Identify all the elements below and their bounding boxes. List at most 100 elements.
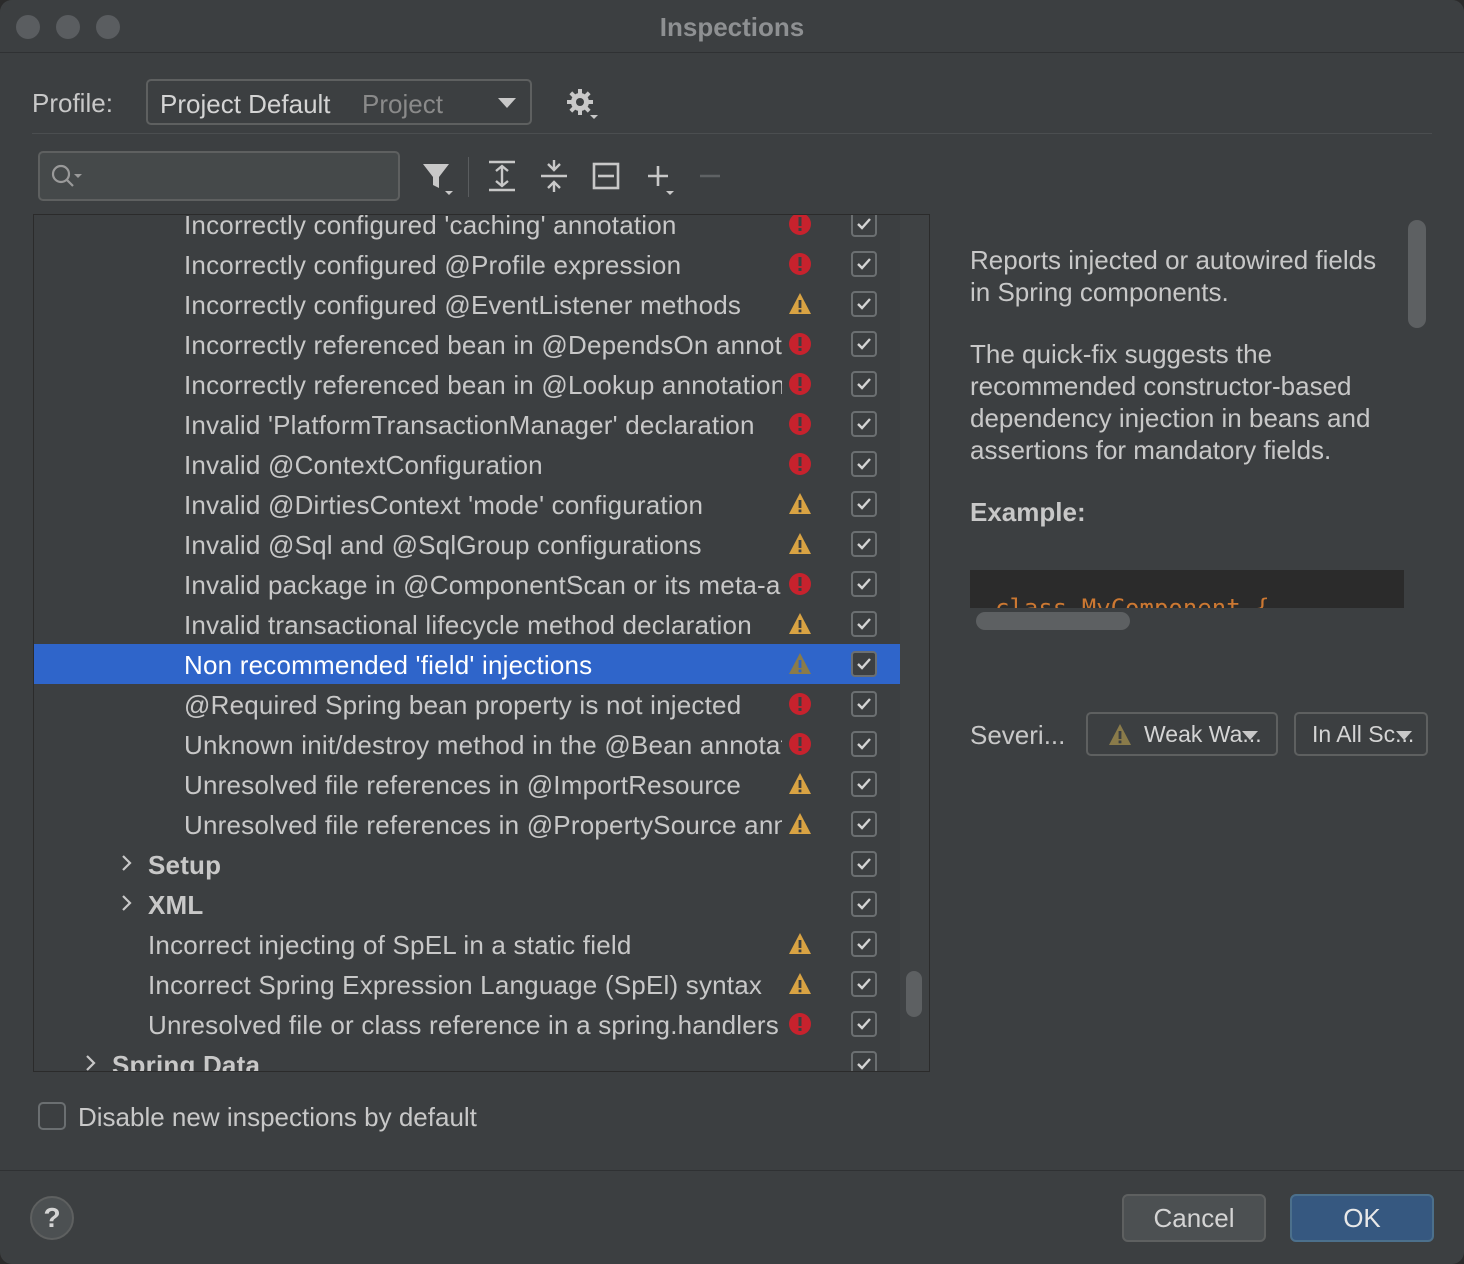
checkmark-icon — [857, 578, 871, 590]
tree-row[interactable]: Invalid package in @ComponentScan or its… — [34, 564, 900, 604]
tree-row[interactable]: Incorrectly configured 'caching' annotat… — [34, 214, 900, 244]
divider — [32, 133, 1432, 134]
row-checkbox[interactable] — [851, 851, 877, 877]
row-checkbox[interactable] — [851, 331, 877, 357]
error-icon — [789, 693, 811, 715]
profile-label: Profile: — [32, 88, 113, 118]
row-checkbox[interactable] — [851, 651, 877, 677]
filter-icon[interactable] — [420, 158, 456, 195]
weak-warning-icon — [1109, 724, 1131, 745]
tree-row-label: Incorrect injecting of SpEL in a static … — [148, 930, 632, 960]
tree-row[interactable]: Incorrectly configured @Profile expressi… — [34, 244, 900, 284]
inspections-tree[interactable]: Incorrectly configured 'caching' annotat… — [33, 214, 930, 1072]
profile-scope: Project — [362, 89, 443, 119]
description-paragraph: The quick-fix suggests the recommended c… — [970, 339, 1371, 465]
description-paragraph: Reports injected or autowired fields in … — [970, 245, 1377, 307]
tree-row-label: Incorrectly configured @EventListener me… — [184, 290, 742, 320]
row-checkbox[interactable] — [851, 451, 877, 477]
row-checkbox[interactable] — [851, 931, 877, 957]
row-checkbox[interactable] — [851, 771, 877, 797]
checkmark-icon — [857, 858, 871, 870]
tree-group-row[interactable]: Setup — [34, 844, 900, 884]
checkmark-icon — [857, 218, 871, 230]
tree-row[interactable]: Unresolved file or class reference in a … — [34, 1004, 900, 1044]
tree-row-label: @Required Spring bean property is not in… — [184, 690, 742, 720]
gear-icon[interactable] — [564, 86, 600, 122]
footer-divider — [0, 1170, 1464, 1171]
disable-new-inspections-checkbox[interactable] — [38, 1102, 66, 1130]
cancel-button[interactable]: Cancel — [1122, 1194, 1266, 1242]
search-input[interactable] — [38, 151, 400, 201]
row-checkbox[interactable] — [851, 1051, 877, 1071]
row-checkbox[interactable] — [851, 571, 877, 597]
tree-scrollbar-thumb[interactable] — [906, 971, 922, 1017]
tree-row[interactable]: Incorrect injecting of SpEL in a static … — [34, 924, 900, 964]
checkmark-icon — [857, 258, 871, 270]
chevron-right-icon[interactable] — [118, 854, 136, 872]
row-checkbox[interactable] — [851, 531, 877, 557]
remove-icon[interactable] — [694, 158, 730, 194]
row-checkbox[interactable] — [851, 371, 877, 397]
tree-row[interactable]: Unknown init/destroy method in the @Bean… — [34, 724, 900, 764]
error-icon — [789, 373, 811, 395]
tree-scrollbar-track[interactable] — [900, 215, 929, 1071]
error-icon — [789, 1013, 811, 1035]
code-example: class MyComponent { — [970, 570, 1404, 608]
row-checkbox[interactable] — [851, 411, 877, 437]
severity-dropdown[interactable]: Weak Wa... — [1086, 712, 1278, 756]
tree-row[interactable]: Incorrectly referenced bean in @DependsO… — [34, 324, 900, 364]
tree-row[interactable]: @Required Spring bean property is not in… — [34, 684, 900, 724]
row-checkbox[interactable] — [851, 811, 877, 837]
reset-icon[interactable] — [588, 158, 624, 194]
row-checkbox[interactable] — [851, 891, 877, 917]
tree-row-label: Unresolved file references in @ImportRes… — [184, 770, 742, 800]
row-checkbox[interactable] — [851, 731, 877, 757]
tree-row-label: Incorrectly configured 'caching' annotat… — [184, 214, 677, 240]
row-checkbox[interactable] — [851, 251, 877, 277]
scope-dropdown[interactable]: In All Sc... — [1294, 712, 1428, 756]
row-checkbox[interactable] — [851, 215, 877, 237]
collapse-all-icon[interactable] — [536, 158, 572, 194]
tree-row[interactable]: Invalid @ContextConfiguration — [34, 444, 900, 484]
tree-group-row[interactable]: XML — [34, 884, 900, 924]
tree-row[interactable]: Invalid @DirtiesContext 'mode' configura… — [34, 484, 900, 524]
tree-group-row[interactable]: Spring Data — [34, 1044, 900, 1072]
tree-row-label: Non recommended 'field' injections — [184, 650, 593, 680]
row-checkbox[interactable] — [851, 491, 877, 517]
expand-all-icon[interactable] — [484, 158, 520, 194]
add-icon[interactable] — [640, 158, 676, 195]
toolbar-divider — [468, 157, 469, 197]
row-checkbox[interactable] — [851, 691, 877, 717]
checkmark-icon — [857, 978, 871, 990]
checkmark-icon — [857, 418, 871, 430]
search-icon — [51, 164, 82, 187]
tree-row[interactable]: Invalid @Sql and @SqlGroup configuration… — [34, 524, 900, 564]
chevron-right-icon[interactable] — [82, 1054, 100, 1072]
checkmark-icon — [857, 1058, 871, 1070]
row-checkbox[interactable] — [851, 291, 877, 317]
ok-button[interactable]: OK — [1290, 1194, 1434, 1242]
tree-row[interactable]: Incorrectly configured @EventListener me… — [34, 284, 900, 324]
checkmark-icon — [857, 738, 871, 750]
disable-new-inspections-label: Disable new inspections by default — [78, 1102, 477, 1132]
error-icon — [789, 333, 811, 355]
description-horizontal-scrollbar[interactable] — [976, 612, 1130, 630]
row-checkbox[interactable] — [851, 611, 877, 637]
tree-row-label: Setup — [148, 850, 222, 880]
tree-row[interactable]: Invalid transactional lifecycle method d… — [34, 604, 900, 644]
tree-row[interactable]: Non recommended 'field' injections — [34, 644, 900, 684]
tree-row-label: Invalid package in @ComponentScan or its… — [184, 570, 782, 600]
tree-row[interactable]: Incorrectly referenced bean in @Lookup a… — [34, 364, 900, 404]
description-vertical-scrollbar[interactable] — [1408, 220, 1426, 328]
chevron-right-icon[interactable] — [118, 894, 136, 912]
help-button[interactable]: ? — [30, 1196, 74, 1240]
profile-dropdown[interactable]: Project Default Project — [146, 79, 532, 125]
checkmark-icon — [857, 458, 871, 470]
tree-row[interactable]: Unresolved file references in @PropertyS… — [34, 804, 900, 844]
tree-row[interactable]: Invalid 'PlatformTransactionManager' dec… — [34, 404, 900, 444]
row-checkbox[interactable] — [851, 1011, 877, 1037]
checkmark-icon — [857, 818, 871, 830]
row-checkbox[interactable] — [851, 971, 877, 997]
tree-row[interactable]: Incorrect Spring Expression Language (Sp… — [34, 964, 900, 1004]
tree-row[interactable]: Unresolved file references in @ImportRes… — [34, 764, 900, 804]
